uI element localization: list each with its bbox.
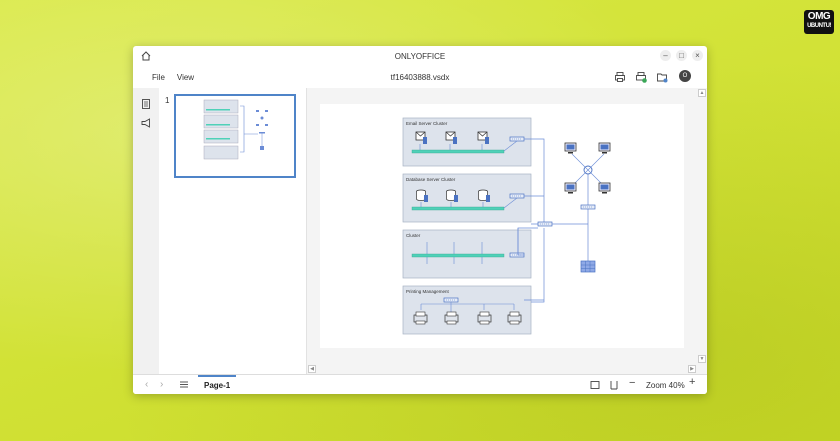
close-button[interactable]: × xyxy=(692,50,703,61)
print-icon[interactable] xyxy=(614,71,626,83)
thumbnails-panel: 1 xyxy=(159,88,307,374)
scroll-up-arrow[interactable]: ▲ xyxy=(698,89,706,97)
left-sidebar xyxy=(133,88,159,374)
prev-page-icon[interactable]: ‹ xyxy=(145,379,148,390)
minimize-button[interactable]: – xyxy=(660,50,671,61)
panel-title-database: Database Server Cluster xyxy=(406,177,456,182)
open-file-location-icon[interactable] xyxy=(656,71,668,83)
fit-to-page-icon[interactable] xyxy=(590,380,600,390)
scroll-left-arrow[interactable]: ◀ xyxy=(308,365,316,373)
user-avatar[interactable]: O xyxy=(679,70,691,82)
vertical-scrollbar[interactable]: ▲ ▼ xyxy=(697,88,707,374)
app-title: ONLYOFFICE xyxy=(394,51,446,61)
home-icon[interactable] xyxy=(140,50,152,62)
zoom-out-button[interactable]: − xyxy=(629,377,635,389)
panel-title-cluster: Cluster xyxy=(406,233,421,238)
page-tab[interactable]: Page-1 xyxy=(198,375,237,394)
thumbnail-number: 1 xyxy=(165,96,170,105)
page-list-icon[interactable] xyxy=(179,380,189,390)
network-diagram: Email Server Cluster Database Server Clu… xyxy=(402,117,611,335)
quick-print-icon[interactable] xyxy=(635,71,647,83)
zoom-level: Zoom 40% xyxy=(646,381,685,390)
title-bar: ONLYOFFICE – □ × xyxy=(133,46,707,66)
menu-file[interactable]: File xyxy=(146,73,171,82)
fit-to-width-icon[interactable] xyxy=(609,380,619,390)
scroll-right-arrow[interactable]: ▶ xyxy=(688,365,696,373)
maximize-button[interactable]: □ xyxy=(676,50,687,61)
status-bar: ‹ › Page-1 − Zoom 40% + xyxy=(133,374,707,394)
onlyoffice-window: ONLYOFFICE – □ × File View tf16403888.vs… xyxy=(133,46,707,394)
horizontal-scrollbar[interactable]: ◀ ▶ xyxy=(307,364,697,374)
diagram-page: Email Server Cluster Database Server Clu… xyxy=(320,104,684,348)
menu-bar: File View tf16403888.vsdx O xyxy=(133,66,707,88)
zoom-in-button[interactable]: + xyxy=(689,376,695,388)
diagram-canvas[interactable]: Email Server Cluster Database Server Clu… xyxy=(307,88,707,374)
feedback-icon[interactable] xyxy=(140,117,152,129)
panel-title-printing: Printing Management xyxy=(406,289,450,294)
pages-icon[interactable] xyxy=(140,98,152,110)
page-thumbnail[interactable] xyxy=(174,94,296,178)
next-page-icon[interactable]: › xyxy=(160,379,163,390)
menu-view[interactable]: View xyxy=(171,73,200,82)
scroll-down-arrow[interactable]: ▼ xyxy=(698,355,706,363)
panel-title-email: Email Server Cluster xyxy=(406,121,448,126)
thumbnail-preview xyxy=(203,99,268,160)
omg-ubuntu-logo: OMG UBUNTU! xyxy=(804,10,834,34)
